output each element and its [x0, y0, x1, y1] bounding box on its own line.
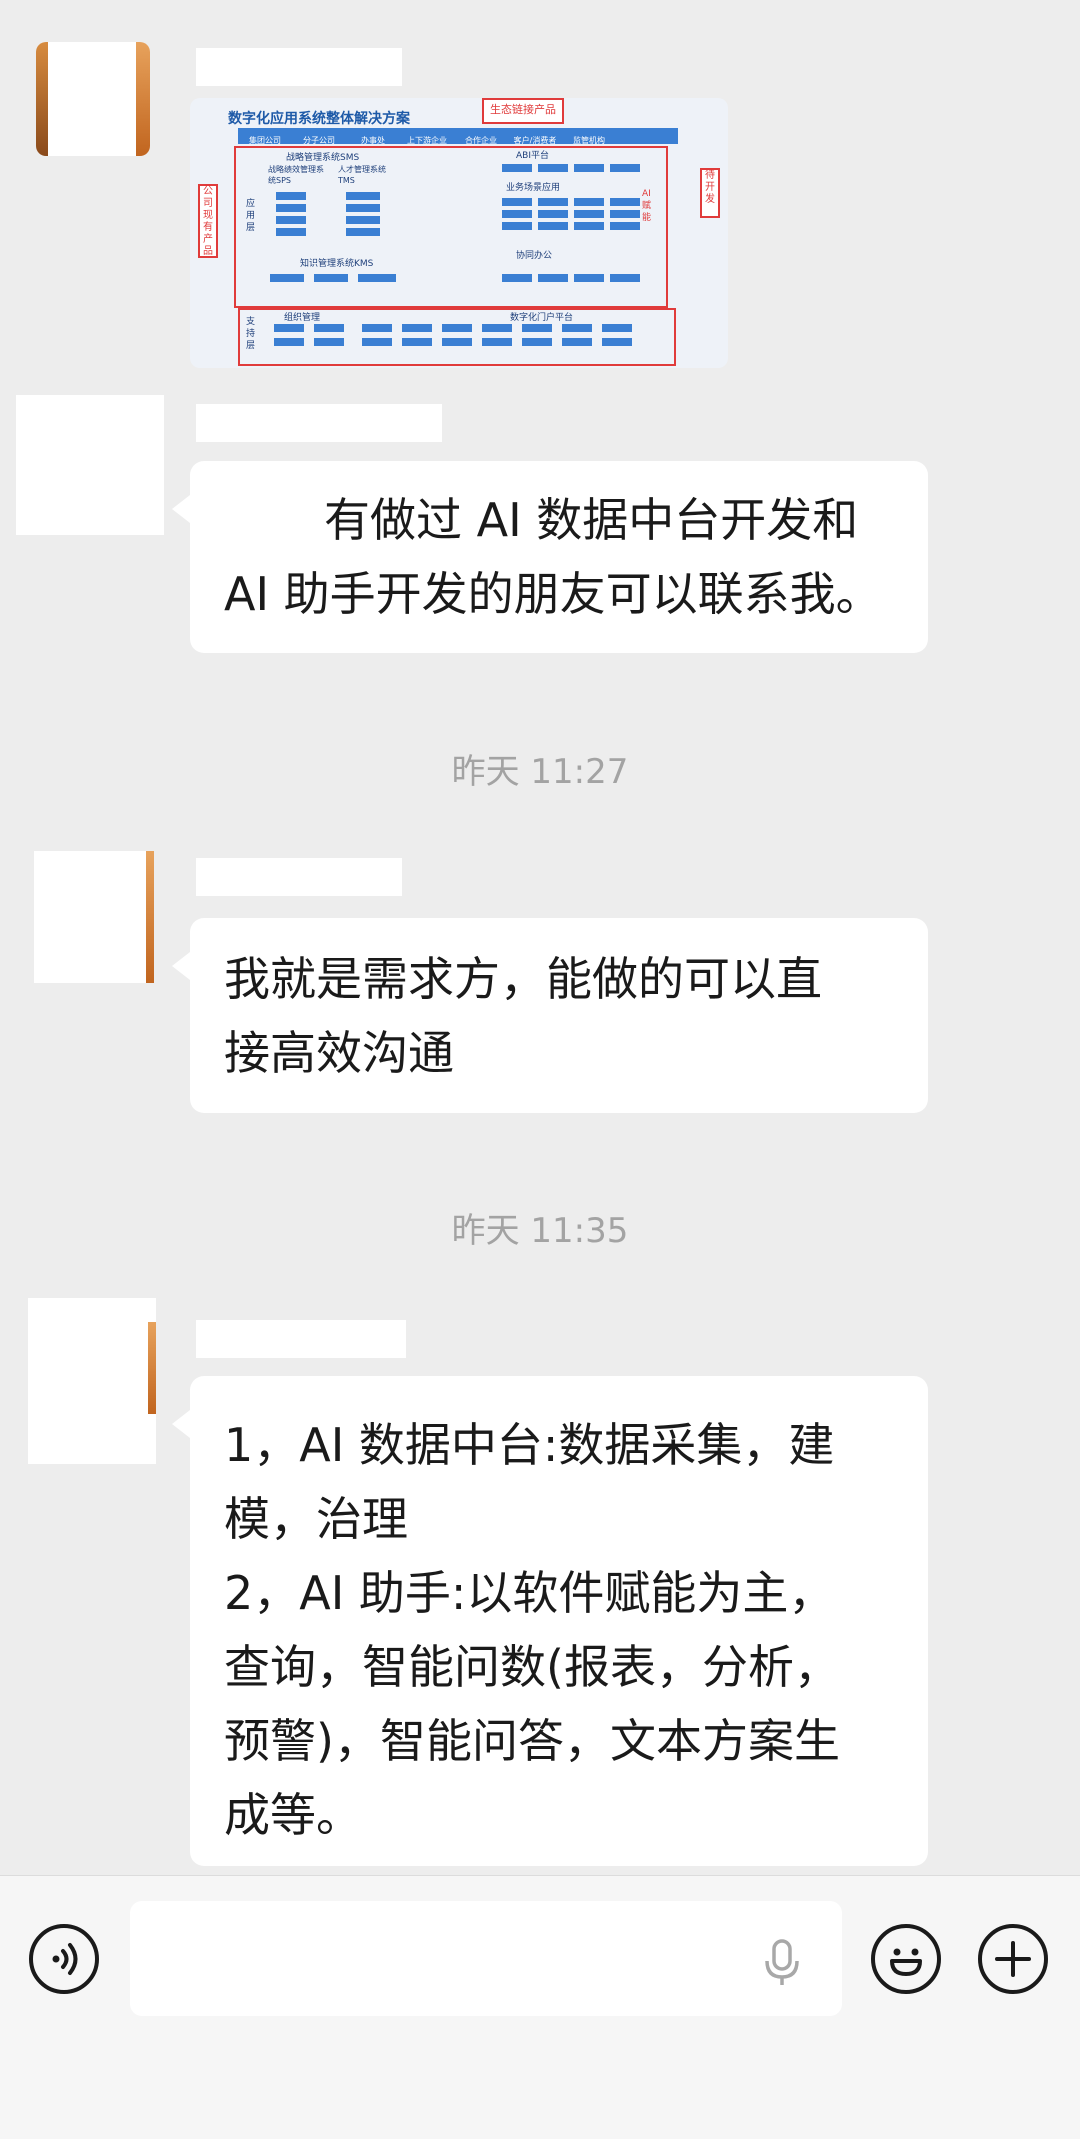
sender-name — [196, 858, 402, 896]
microphone-icon[interactable] — [762, 1939, 802, 1987]
message-input[interactable] — [130, 1901, 842, 2016]
message-line: 成等。 — [224, 1788, 362, 1842]
chat-area[interactable]: 数字化应用系统整体解决方案 生态链接产品 集团公司 分子公司 办事处 上下游企业 合作企… — [0, 0, 1080, 1875]
image-biz: 业务场景应用 — [506, 183, 561, 193]
plus-icon[interactable] — [978, 1924, 1048, 1994]
image-support-layer: 支持层 — [246, 317, 256, 351]
avatar[interactable] — [28, 1298, 156, 1464]
message-line: 我就是需求方，能做的可以直 — [224, 952, 822, 1006]
image-ai-label: AI赋能 — [642, 189, 652, 223]
avatar[interactable] — [16, 395, 164, 535]
message-bubble[interactable]: 1，AI 数据中台:数据采集，建 模，治理 2，AI 助手:以软件赋能为主， 查… — [172, 1376, 928, 1866]
message-line: 模，治理 — [224, 1492, 408, 1546]
image-message[interactable]: 数字化应用系统整体解决方案 生态链接产品 集团公司 分子公司 办事处 上下游企业 合作企… — [190, 98, 728, 368]
avatar[interactable] — [36, 42, 150, 156]
emoji-icon[interactable] — [871, 1924, 941, 1994]
timestamp: 昨天 11:27 — [451, 752, 629, 792]
image-org: 组织管理 — [284, 313, 321, 323]
image-app-layer: 应用层 — [246, 199, 256, 233]
image-left-side: 公司现有产品 — [198, 184, 218, 258]
image-sps: 战略绩效管理系统SPS — [268, 165, 324, 185]
message-line: AI 助手开发的朋友可以联系我。 — [224, 567, 882, 621]
image-sms: 战略管理系统SMS — [286, 153, 360, 163]
image-right-side: 待开发 — [700, 168, 720, 218]
image-abi: ABI平台 — [516, 151, 549, 161]
image-title: 数字化应用系统整体解决方案 — [228, 111, 410, 127]
image-portal: 数字化门户平台 — [510, 313, 574, 323]
sender-name — [196, 404, 442, 442]
avatar[interactable] — [34, 851, 154, 983]
message-line: 查询，智能问数(报表，分析， — [224, 1640, 840, 1694]
input-bar — [0, 1875, 1080, 2139]
message-line: 有做过 AI 数据中台开发和 — [324, 493, 859, 547]
message-line: 接高效沟通 — [224, 1026, 454, 1080]
message-bubble[interactable]: 我就是需求方，能做的可以直 接高效沟通 — [172, 918, 928, 1113]
sender-name — [196, 48, 402, 86]
message-bubble[interactable]: 有做过 AI 数据中台开发和 AI 助手开发的朋友可以联系我。 — [172, 461, 928, 653]
image-tms: 人才管理系统TMS — [338, 165, 386, 185]
voice-icon[interactable] — [29, 1924, 99, 1994]
image-kms: 知识管理系统KMS — [300, 259, 374, 269]
image-eco-label: 生态链接产品 — [482, 98, 564, 124]
sender-name — [196, 1320, 406, 1358]
message-line: 1，AI 数据中台:数据采集，建 — [224, 1418, 835, 1472]
image-office: 协同办公 — [516, 251, 553, 261]
message-line: 2，AI 助手:以软件赋能为主， — [224, 1566, 835, 1620]
image-band: 集团公司 分子公司 办事处 上下游企业 合作企业 客户/消费者 监管机构 — [238, 128, 678, 145]
message-line: 预警)，智能问答，文本方案生 — [224, 1714, 840, 1768]
timestamp: 昨天 11:35 — [451, 1211, 629, 1251]
